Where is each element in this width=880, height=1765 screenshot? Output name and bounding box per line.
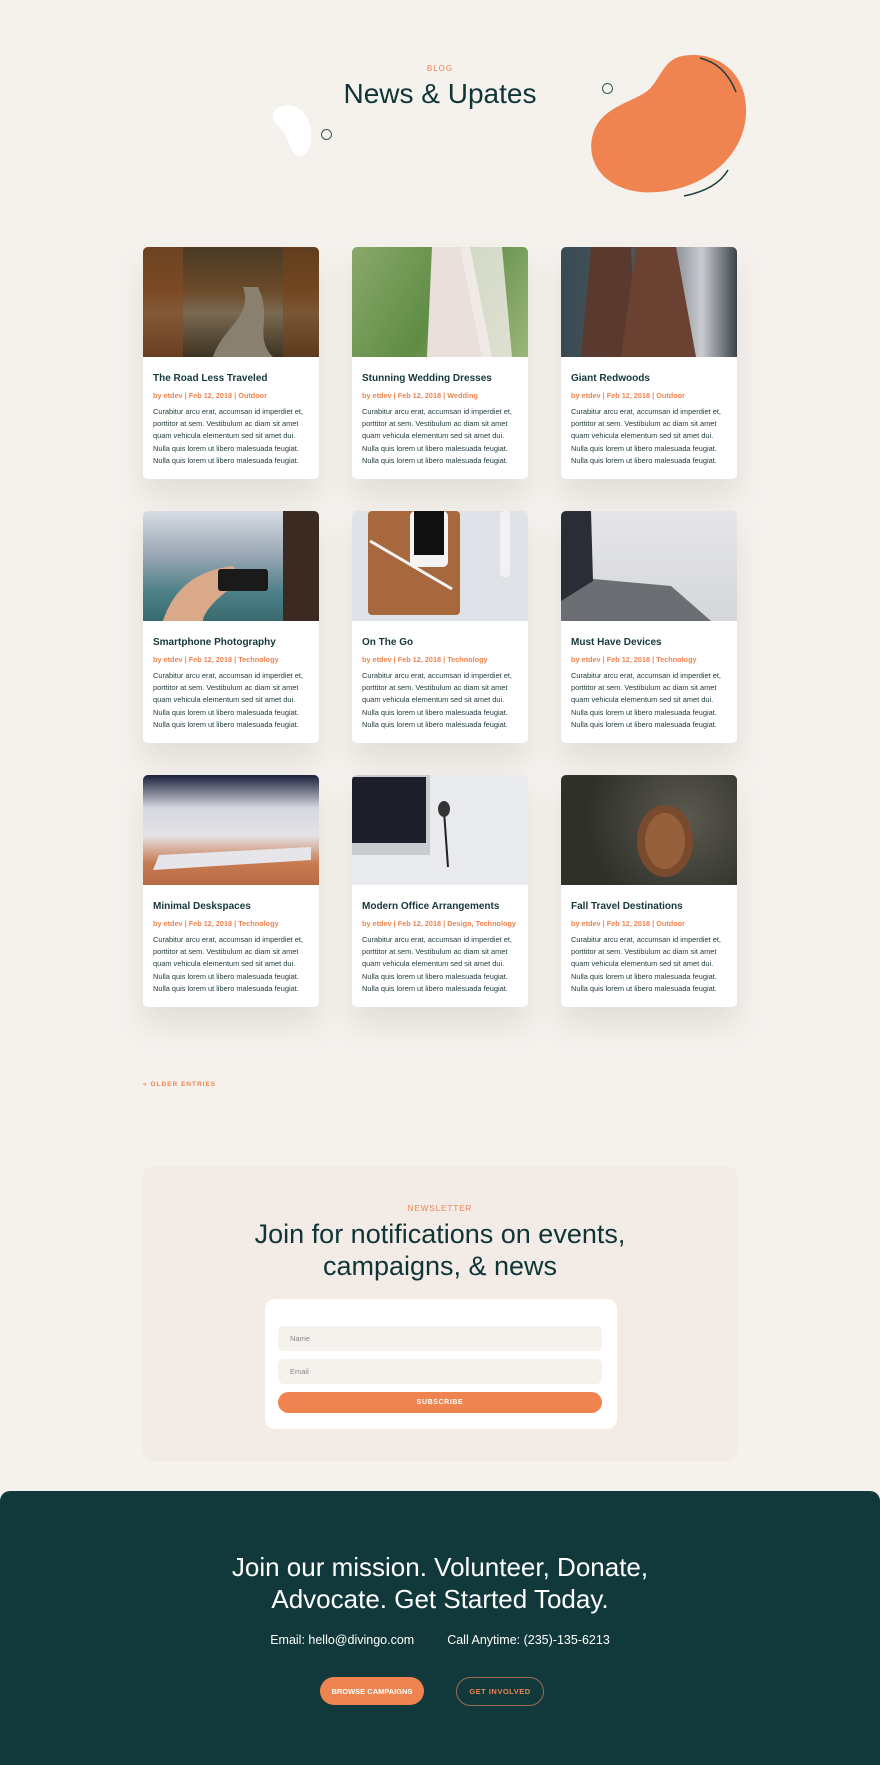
post-excerpt: Curabitur arcu erat, accumsan id imperdi…	[153, 671, 303, 729]
newsletter-form: SUBSCRIBE	[265, 1299, 617, 1429]
post-title[interactable]: Must Have Devices	[571, 637, 727, 648]
post-image[interactable]	[561, 511, 737, 622]
laptop-photo	[561, 511, 711, 622]
section-eyebrow: BLOG	[426, 64, 454, 73]
newsletter-title: Join for notifications on events, campai…	[254, 1219, 626, 1281]
post-title[interactable]: Modern Office Arrangements	[362, 901, 518, 912]
smartphone-photo	[163, 511, 319, 622]
browse-campaigns-button[interactable]: BROWSE CAMPAIGNS	[320, 1677, 424, 1705]
post-image[interactable]	[561, 247, 737, 357]
blog-card[interactable]: On The Go by etdev | Feb 12, 2018 | Tech…	[352, 511, 528, 744]
newsletter-section: NEWSLETTER Join for notifications on eve…	[143, 1166, 737, 1461]
post-meta[interactable]: by etdev | Feb 12, 2018 | Outdoor	[571, 918, 727, 930]
post-image[interactable]	[352, 511, 528, 622]
get-involved-button[interactable]: GET INVOLVED	[456, 1677, 544, 1706]
post-excerpt: Curabitur arcu erat, accumsan id imperdi…	[571, 407, 721, 465]
subscribe-button[interactable]: SUBSCRIBE	[278, 1392, 602, 1413]
blog-card[interactable]: The Road Less Traveled by etdev | Feb 12…	[143, 247, 319, 480]
post-image[interactable]	[143, 775, 319, 886]
contact-email[interactable]: Email: hello@divingo.com	[270, 1633, 414, 1647]
post-meta[interactable]: by etdev | Feb 12, 2018 | Technology	[153, 654, 309, 666]
post-excerpt: Curabitur arcu erat, accumsan id imperdi…	[571, 671, 721, 729]
post-image[interactable]	[143, 247, 319, 357]
post-meta[interactable]: by etdev | Feb 12, 2018 | Technology	[571, 654, 727, 666]
section-eyebrow: NEWSLETTER	[407, 1204, 473, 1213]
name-field[interactable]	[278, 1326, 602, 1351]
blog-grid: The Road Less Traveled by etdev | Feb 12…	[143, 247, 737, 1008]
post-title[interactable]: The Road Less Traveled	[153, 373, 309, 384]
post-title[interactable]: Fall Travel Destinations	[571, 901, 727, 912]
post-meta[interactable]: by etdev | Feb 12, 2018 | Technology	[362, 654, 518, 666]
tablet-phone-photo	[368, 511, 510, 616]
footer-cta: Join our mission. Volunteer, Donate, Adv…	[0, 1491, 880, 1765]
post-excerpt: Curabitur arcu erat, accumsan id imperdi…	[362, 671, 512, 729]
blog-card[interactable]: Giant Redwoods by etdev | Feb 12, 2018 |…	[561, 247, 737, 480]
keyboard-photo	[153, 847, 311, 871]
post-title[interactable]: Giant Redwoods	[571, 373, 727, 384]
contact-phone[interactable]: Call Anytime: (235)-135-6213	[447, 1633, 610, 1647]
contact-info: Email: hello@divingo.com Call Anytime: (…	[0, 1633, 880, 1647]
post-image[interactable]	[352, 247, 528, 357]
blog-card[interactable]: Must Have Devices by etdev | Feb 12, 201…	[561, 511, 737, 744]
page-title: News & Upates	[343, 78, 537, 109]
wedding-dress-photo	[427, 247, 512, 357]
decorative-orange-blob	[591, 54, 747, 197]
post-image[interactable]	[352, 775, 528, 886]
post-excerpt: Curabitur arcu erat, accumsan id imperdi…	[571, 935, 721, 993]
office-desk-photo	[352, 775, 450, 868]
blog-hero: BLOG News & Upates	[0, 0, 880, 220]
post-image[interactable]	[561, 775, 737, 886]
post-meta[interactable]: by etdev | Feb 12, 2018 | Design, Techno…	[362, 918, 518, 930]
post-excerpt: Curabitur arcu erat, accumsan id imperdi…	[362, 407, 512, 465]
forest-road-photo	[143, 247, 319, 357]
blog-card[interactable]: Modern Office Arrangements by etdev | Fe…	[352, 775, 528, 1008]
post-excerpt: Curabitur arcu erat, accumsan id imperdi…	[153, 935, 303, 993]
post-title[interactable]: Stunning Wedding Dresses	[362, 373, 518, 384]
blog-card[interactable]: Stunning Wedding Dresses by etdev | Feb …	[352, 247, 528, 480]
footer-title: Join our mission. Volunteer, Donate, Adv…	[231, 1552, 649, 1614]
blog-card[interactable]: Minimal Deskspaces by etdev | Feb 12, 20…	[143, 775, 319, 1008]
post-image[interactable]	[143, 511, 319, 622]
post-title[interactable]: Smartphone Photography	[153, 637, 309, 648]
decorative-ring	[321, 129, 332, 140]
post-excerpt: Curabitur arcu erat, accumsan id imperdi…	[362, 935, 512, 993]
email-field[interactable]	[278, 1359, 602, 1384]
post-title[interactable]: On The Go	[362, 637, 518, 648]
blog-card[interactable]: Fall Travel Destinations by etdev | Feb …	[561, 775, 737, 1008]
redwoods-photo	[581, 247, 696, 357]
post-excerpt: Curabitur arcu erat, accumsan id imperdi…	[153, 407, 303, 465]
post-meta[interactable]: by etdev | Feb 12, 2018 | Outdoor	[571, 390, 727, 402]
pinecone-photo	[637, 805, 693, 878]
blog-card[interactable]: Smartphone Photography by etdev | Feb 12…	[143, 511, 319, 744]
post-title[interactable]: Minimal Deskspaces	[153, 901, 309, 912]
post-meta[interactable]: by etdev | Feb 12, 2018 | Technology	[153, 918, 309, 930]
post-meta[interactable]: by etdev | Feb 12, 2018 | Wedding	[362, 390, 518, 402]
post-meta[interactable]: by etdev | Feb 12, 2018 | Outdoor	[153, 390, 309, 402]
older-entries-link[interactable]: « OLDER ENTRIES	[143, 1081, 216, 1088]
